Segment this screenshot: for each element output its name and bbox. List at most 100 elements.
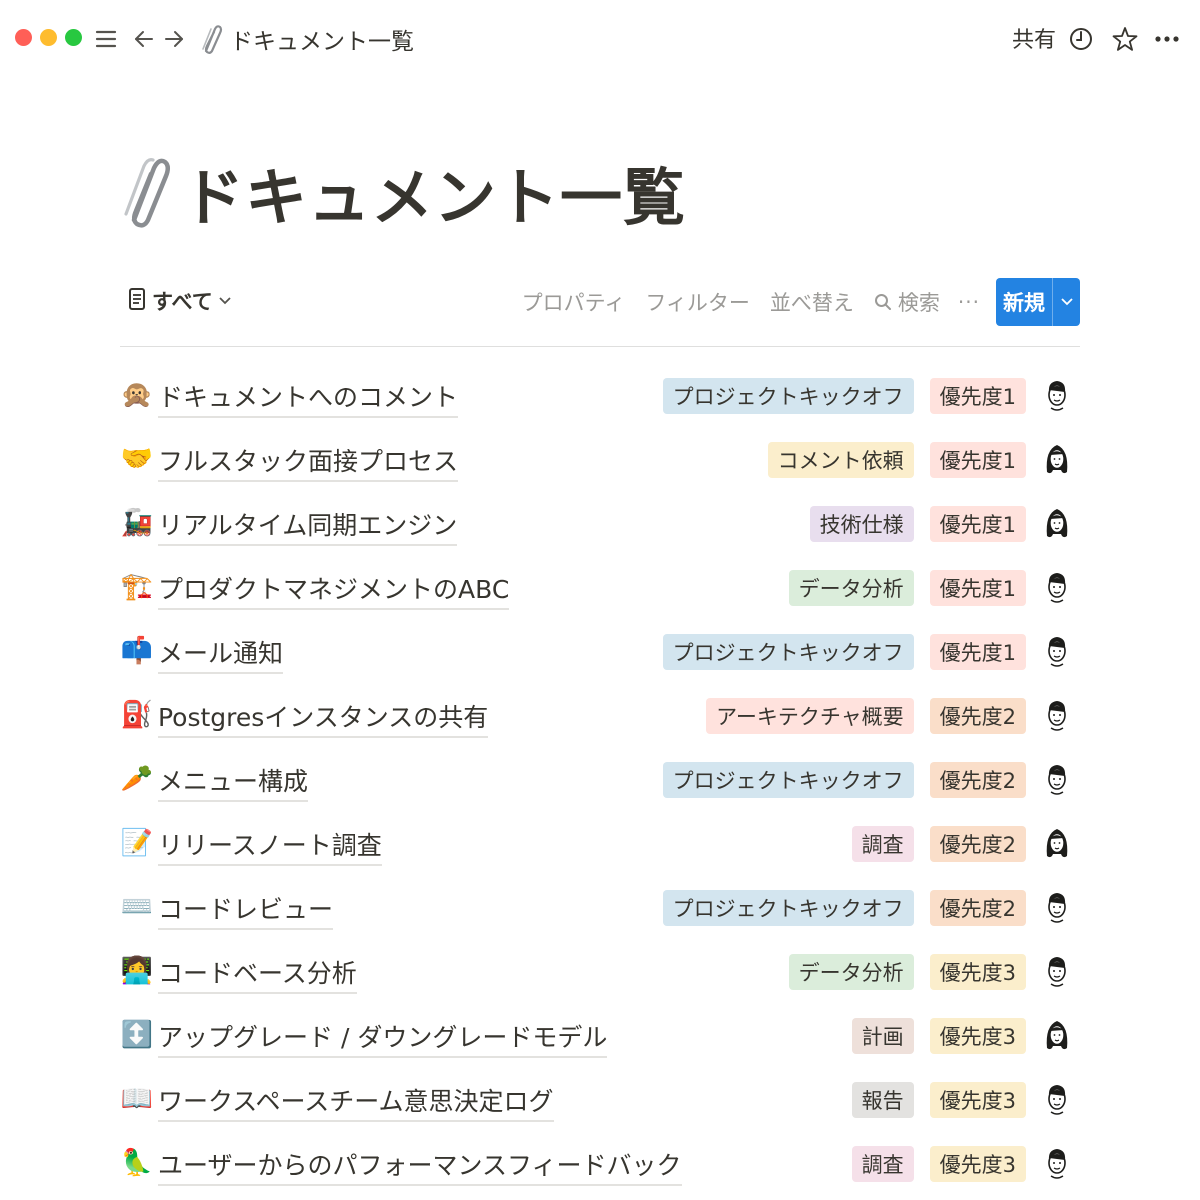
list-item[interactable]: 👩‍💻 コードベース分析 データ分析 優先度3 xyxy=(120,940,1080,1004)
list-item[interactable]: 🏗️ プロダクトマネジメントのABC データ分析 優先度1 xyxy=(120,556,1080,620)
maximize-window-button[interactable] xyxy=(65,29,82,46)
back-arrow-icon[interactable] xyxy=(130,20,158,58)
star-icon[interactable] xyxy=(1110,20,1140,58)
priority-tag[interactable]: 優先度3 xyxy=(929,1146,1026,1182)
list-item[interactable]: 🙊 ドキュメントへのコメント プロジェクトキックオフ 優先度1 xyxy=(120,364,1080,428)
priority-tag[interactable]: 優先度1 xyxy=(929,442,1026,478)
page-emoji-icon: 🏗️ xyxy=(120,572,154,602)
list-item[interactable]: 📝 リリースノート調査 調査 優先度2 xyxy=(120,812,1080,876)
document-title[interactable]: ユーザーからのパフォーマンスフィードバック xyxy=(158,1146,682,1186)
page-emoji-icon: 🦜 xyxy=(120,1148,154,1178)
avatar[interactable] xyxy=(1042,889,1072,927)
minimize-window-button[interactable] xyxy=(40,29,57,46)
category-tag[interactable]: 計画 xyxy=(851,1018,914,1054)
document-title[interactable]: コードベース分析 xyxy=(158,954,357,994)
avatar-man-icon xyxy=(1048,381,1066,411)
view-tab-all[interactable]: すべて xyxy=(120,286,231,316)
document-title[interactable]: ドキュメントへのコメント xyxy=(158,378,459,418)
category-tag[interactable]: プロジェクトキックオフ xyxy=(662,378,914,414)
page-emoji-icon: ⛽ xyxy=(120,700,154,730)
priority-tag[interactable]: 優先度1 xyxy=(929,506,1026,542)
properties-button[interactable]: プロパティ xyxy=(522,287,626,317)
forward-arrow-icon[interactable] xyxy=(160,20,188,58)
document-title[interactable]: リアルタイム同期エンジン xyxy=(158,506,458,546)
breadcrumb-page-title[interactable]: ドキュメント一覧 xyxy=(230,22,414,56)
category-tag[interactable]: データ分析 xyxy=(788,570,914,606)
list-item[interactable]: ⛽ Postgresインスタンスの共有 アーキテクチャ概要 優先度2 xyxy=(120,684,1080,748)
list-item[interactable]: 🚂 リアルタイム同期エンジン 技術仕様 優先度1 xyxy=(120,492,1080,556)
page-title[interactable]: ドキュメント一覧 xyxy=(182,147,686,237)
avatar[interactable] xyxy=(1042,1081,1072,1119)
priority-tag[interactable]: 優先度3 xyxy=(929,954,1026,990)
avatar[interactable] xyxy=(1042,569,1072,607)
close-window-button[interactable] xyxy=(15,29,32,46)
priority-tag[interactable]: 優先度3 xyxy=(929,1082,1026,1118)
list-item[interactable]: 📖 ワークスペースチーム意思決定ログ 報告 優先度3 xyxy=(120,1068,1080,1132)
list-item[interactable]: 🥕 メニュー構成 プロジェクトキックオフ 優先度2 xyxy=(120,748,1080,812)
document-title[interactable]: リリースノート調査 xyxy=(158,826,382,866)
category-tag[interactable]: プロジェクトキックオフ xyxy=(662,634,914,670)
row-properties: 調査 優先度2 xyxy=(836,825,1072,863)
filter-button[interactable]: フィルター xyxy=(645,287,750,317)
priority-tag[interactable]: 優先度3 xyxy=(929,1018,1026,1054)
category-tag[interactable]: コメント依頼 xyxy=(767,442,914,478)
search-button[interactable]: 検索 xyxy=(874,287,940,317)
priority-tag[interactable]: 優先度1 xyxy=(929,570,1026,606)
avatar[interactable] xyxy=(1042,953,1072,991)
priority-tag[interactable]: 優先度2 xyxy=(929,890,1026,926)
sort-button[interactable]: 並べ替え xyxy=(770,287,854,317)
category-tag[interactable]: 報告 xyxy=(851,1082,914,1118)
row-properties: プロジェクトキックオフ 優先度2 xyxy=(647,889,1072,927)
share-button[interactable]: 共有 xyxy=(1012,22,1056,54)
category-tag[interactable]: データ分析 xyxy=(788,954,914,990)
clock-icon[interactable] xyxy=(1066,20,1096,58)
document-title[interactable]: ワークスペースチーム意思決定ログ xyxy=(158,1082,554,1122)
menu-icon[interactable] xyxy=(92,20,120,58)
document-title[interactable]: プロダクトマネジメントのABC xyxy=(158,570,510,610)
list-item[interactable]: 🤝 フルスタック面接プロセス コメント依頼 優先度1 xyxy=(120,428,1080,492)
avatar-man-icon xyxy=(1048,957,1066,987)
avatar[interactable] xyxy=(1042,697,1072,735)
more-icon[interactable] xyxy=(1150,20,1184,58)
paperclip-icon[interactable] xyxy=(120,152,176,232)
document-title[interactable]: Postgresインスタンスの共有 xyxy=(158,698,489,738)
page-emoji-icon: 🥕 xyxy=(120,764,154,794)
avatar[interactable] xyxy=(1042,1145,1072,1183)
category-tag[interactable]: アーキテクチャ概要 xyxy=(706,698,914,734)
document-title[interactable]: アップグレード / ダウングレードモデル xyxy=(158,1018,608,1058)
category-tag[interactable]: プロジェクトキックオフ xyxy=(662,762,914,798)
category-tag[interactable]: プロジェクトキックオフ xyxy=(662,890,914,926)
avatar[interactable] xyxy=(1042,377,1072,415)
document-title[interactable]: メニュー構成 xyxy=(158,762,309,802)
avatar[interactable] xyxy=(1042,761,1072,799)
list-item[interactable]: ↕️ アップグレード / ダウングレードモデル 計画 優先度3 xyxy=(120,1004,1080,1068)
avatar[interactable] xyxy=(1042,505,1072,543)
avatar[interactable] xyxy=(1042,441,1072,479)
document-title[interactable]: フルスタック面接プロセス xyxy=(158,442,459,482)
category-tag[interactable]: 調査 xyxy=(851,826,914,862)
new-button-dropdown[interactable] xyxy=(1052,278,1080,326)
priority-tag[interactable]: 優先度1 xyxy=(929,634,1026,670)
view-tab-label: すべて xyxy=(152,290,213,314)
view-more-button[interactable]: ··· xyxy=(958,290,980,314)
avatar[interactable] xyxy=(1042,825,1072,863)
priority-tag[interactable]: 優先度2 xyxy=(929,762,1026,798)
list-item[interactable]: ⌨️ コードレビュー プロジェクトキックオフ 優先度2 xyxy=(120,876,1080,940)
search-icon xyxy=(874,294,891,310)
category-tag[interactable]: 技術仕様 xyxy=(809,506,914,542)
category-tag[interactable]: 調査 xyxy=(851,1146,914,1182)
priority-tag[interactable]: 優先度2 xyxy=(929,826,1026,862)
document-title[interactable]: メール通知 xyxy=(158,634,284,674)
avatar[interactable] xyxy=(1042,1017,1072,1055)
row-properties: データ分析 優先度1 xyxy=(773,569,1072,607)
window-topbar: ドキュメント一覧 共有 xyxy=(0,0,1200,78)
list-item[interactable]: 🦜 ユーザーからのパフォーマンスフィードバック 調査 優先度3 xyxy=(120,1132,1080,1196)
avatar-man-icon xyxy=(1048,637,1066,667)
row-properties: 計画 優先度3 xyxy=(836,1017,1072,1055)
priority-tag[interactable]: 優先度2 xyxy=(929,698,1026,734)
priority-tag[interactable]: 優先度1 xyxy=(929,378,1026,414)
document-title[interactable]: コードレビュー xyxy=(158,890,334,930)
avatar[interactable] xyxy=(1042,633,1072,671)
list-item[interactable]: 📫 メール通知 プロジェクトキックオフ 優先度1 xyxy=(120,620,1080,684)
new-button[interactable]: 新規 xyxy=(996,278,1052,326)
